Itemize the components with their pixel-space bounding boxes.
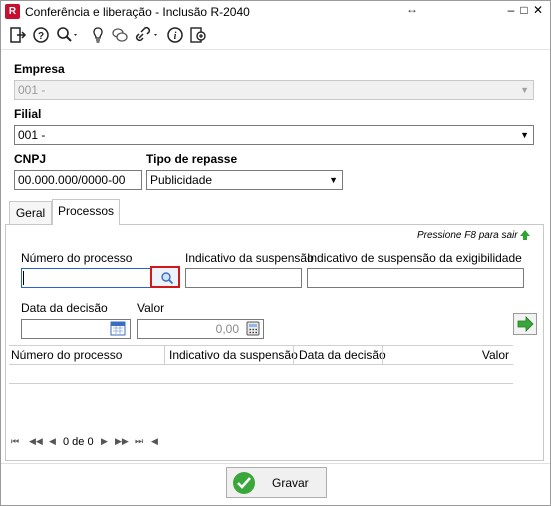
minimize-button[interactable]: –	[504, 3, 518, 17]
indicativo-suspensao-label: Indicativo da suspensão	[185, 251, 314, 265]
column-data-decisao[interactable]: Data da decisão	[299, 346, 386, 365]
grid-divider	[9, 383, 513, 384]
chevron-down-icon: ▼	[520, 85, 529, 95]
tip-icon[interactable]	[89, 26, 107, 44]
first-page-button[interactable]: ⏮	[11, 436, 19, 447]
add-icon[interactable]	[189, 26, 207, 44]
exit-icon[interactable]	[9, 26, 27, 44]
svg-text:?: ?	[38, 31, 44, 42]
check-icon	[233, 472, 255, 494]
app-logo-icon: R	[5, 4, 20, 19]
numero-processo-label: Número do processo	[21, 251, 133, 265]
data-decisao-label: Data da decisão	[21, 301, 108, 315]
tab-processos[interactable]: Processos	[52, 199, 120, 225]
dialog-window: R Conferência e liberação - Inclusão R-2…	[0, 0, 551, 506]
empresa-value: 001 -	[18, 83, 46, 97]
chat-icon[interactable]	[111, 26, 129, 44]
next-page-button[interactable]: ▶▶	[115, 436, 129, 447]
column-divider[interactable]	[382, 346, 383, 365]
tipo-repasse-select[interactable]: Publicidade ▼	[146, 170, 343, 190]
cnpj-input[interactable]: 00.000.000/0000-00	[14, 170, 142, 190]
arrow-up-icon[interactable]	[519, 229, 531, 241]
footer-divider	[1, 463, 550, 464]
filial-value: 001 -	[18, 128, 46, 142]
indicativo-suspensao-input[interactable]	[185, 268, 302, 288]
toolbar: ? i	[1, 22, 550, 50]
arrow-right-icon	[517, 316, 534, 332]
previous-record-button[interactable]: ◀	[49, 436, 56, 447]
add-process-button[interactable]	[513, 313, 537, 335]
record-counter: 0 de 0	[63, 436, 94, 448]
link-icon[interactable]	[135, 26, 161, 44]
close-button[interactable]: ✕	[531, 3, 545, 17]
window-title: Conferência e liberação - Inclusão R-204…	[25, 5, 250, 19]
tipo-repasse-label: Tipo de repasse	[146, 152, 238, 166]
info-icon[interactable]: i	[166, 26, 184, 44]
svg-text:i: i	[174, 31, 177, 42]
calculator-icon[interactable]	[246, 321, 260, 336]
text-cursor	[23, 271, 24, 285]
save-button[interactable]: Gravar	[226, 467, 327, 498]
lookup-button[interactable]	[150, 266, 180, 288]
exigibilidade-input[interactable]	[307, 268, 524, 288]
filial-select[interactable]: 001 - ▼	[14, 125, 534, 145]
valor-input[interactable]: 0,00	[137, 319, 264, 339]
column-divider[interactable]	[293, 346, 294, 365]
last-page-button[interactable]: ⏭	[135, 436, 143, 447]
f8-hint: Pressione F8 para sair	[417, 230, 518, 241]
empresa-label: Empresa	[14, 62, 65, 76]
processos-grid-header: Número do processo Indicativo da suspens…	[9, 345, 513, 365]
chevron-down-icon: ▼	[329, 175, 338, 185]
calendar-icon[interactable]	[110, 321, 126, 336]
search-icon	[161, 272, 174, 285]
filial-label: Filial	[14, 107, 42, 121]
column-indicativo-suspensao[interactable]: Indicativo da suspensão	[169, 346, 298, 365]
cnpj-label: CNPJ	[14, 152, 47, 166]
next-record-button[interactable]: ▶	[101, 436, 108, 447]
scroll-left-button[interactable]: ◀	[151, 436, 158, 447]
save-button-label: Gravar	[272, 476, 309, 490]
column-numero-processo[interactable]: Número do processo	[11, 346, 122, 365]
help-icon[interactable]: ?	[32, 26, 50, 44]
column-divider[interactable]	[164, 346, 165, 365]
chevron-down-icon: ▼	[520, 130, 529, 140]
tab-geral[interactable]: Geral	[9, 201, 52, 225]
empresa-select: 001 - ▼	[14, 80, 534, 100]
tipo-repasse-value: Publicidade	[150, 173, 213, 187]
search-icon[interactable]	[56, 26, 80, 44]
exigibilidade-label: Indicativo de suspensão da exigibilidade	[307, 251, 522, 265]
column-valor[interactable]: Valor	[482, 346, 509, 365]
grid-pager: ⏮ ◀◀ ◀ 0 de 0 ▶ ▶▶ ⏭ ◀	[9, 435, 513, 453]
valor-label: Valor	[137, 301, 165, 315]
maximize-button[interactable]: □	[517, 3, 531, 17]
resize-icon[interactable]: ↔	[406, 2, 418, 16]
title-bar: R Conferência e liberação - Inclusão R-2…	[1, 1, 550, 22]
previous-page-button[interactable]: ◀◀	[29, 436, 43, 447]
